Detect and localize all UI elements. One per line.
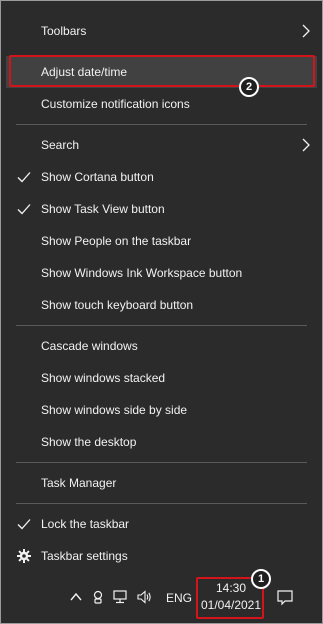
menu-item-label: Search: [41, 138, 80, 152]
highlight-box-adjust-date-time: [9, 55, 315, 87]
chevron-right-icon: [302, 24, 310, 38]
menu-item-label: Show People on the taskbar: [41, 234, 192, 248]
checkmark-icon: [17, 204, 31, 215]
volume-icon[interactable]: [136, 589, 152, 605]
menu-item-label: Show the desktop: [41, 435, 137, 449]
menu-item-label: Show Task View button: [41, 202, 165, 216]
menu-item-customize-notification-icons[interactable]: Customize notification icons: [6, 88, 317, 120]
chevron-up-icon[interactable]: [68, 589, 84, 605]
menu-item-show-people[interactable]: Show People on the taskbar: [6, 225, 317, 257]
step-badge-1: 1: [251, 569, 271, 589]
menu-item-label: Show Windows Ink Workspace button: [41, 266, 243, 280]
menu-item-task-manager[interactable]: Task Manager: [6, 467, 317, 499]
menu-item-label: Taskbar settings: [41, 549, 128, 563]
menu-item-cascade-windows[interactable]: Cascade windows: [6, 330, 317, 362]
menu-separator: [16, 462, 307, 463]
menu-item-label: Show touch keyboard button: [41, 298, 194, 312]
menu-item-label: Show Cortana button: [41, 170, 154, 184]
menu-item-search[interactable]: Search: [6, 129, 317, 161]
menu-item-show-the-desktop[interactable]: Show the desktop: [6, 426, 317, 458]
taskbar-context-menu: Toolbars Adjust date/time Customize noti…: [6, 6, 317, 576]
notification-icon[interactable]: [276, 588, 294, 606]
menu-item-show-windows-stacked[interactable]: Show windows stacked: [6, 362, 317, 394]
menu-separator: [16, 503, 307, 504]
menu-item-show-touch-keyboard[interactable]: Show touch keyboard button: [6, 289, 317, 321]
meet-now-icon[interactable]: [90, 589, 106, 605]
step-badge-2: 2: [239, 77, 259, 97]
gear-icon: [17, 549, 31, 563]
screenshot-frame: Toolbars Adjust date/time Customize noti…: [0, 0, 323, 624]
menu-item-label: Toolbars: [41, 24, 87, 38]
menu-item-label: Customize notification icons: [41, 97, 190, 111]
menu-separator: [16, 325, 307, 326]
checkmark-icon: [17, 519, 31, 530]
chevron-right-icon: [302, 138, 310, 152]
menu-item-show-task-view-button[interactable]: Show Task View button: [6, 193, 317, 225]
menu-item-label: Cascade windows: [41, 339, 138, 353]
menu-item-label: Show windows side by side: [41, 403, 188, 417]
menu-separator: [16, 124, 307, 125]
menu-item-toolbars[interactable]: Toolbars: [6, 15, 317, 47]
menu-item-show-cortana-button[interactable]: Show Cortana button: [6, 161, 317, 193]
checkmark-icon: [17, 172, 31, 183]
menu-item-show-windows-ink[interactable]: Show Windows Ink Workspace button: [6, 257, 317, 289]
menu-item-label: Lock the taskbar: [41, 517, 130, 531]
menu-item-show-windows-side-by-side[interactable]: Show windows side by side: [6, 394, 317, 426]
network-icon[interactable]: [112, 589, 128, 605]
menu-item-lock-the-taskbar[interactable]: Lock the taskbar: [6, 508, 317, 540]
menu-item-taskbar-settings[interactable]: Taskbar settings: [6, 540, 317, 572]
menu-item-label: Task Manager: [41, 476, 117, 490]
menu-item-label: Show windows stacked: [41, 371, 166, 385]
input-language-indicator[interactable]: ENG: [166, 591, 192, 605]
